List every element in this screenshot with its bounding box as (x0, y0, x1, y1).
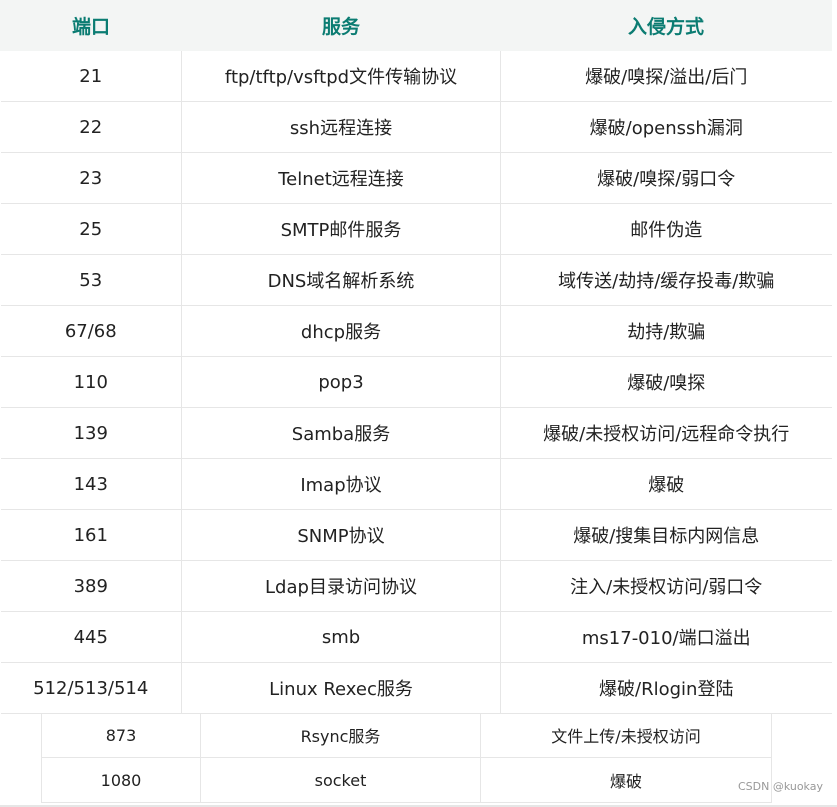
cell-service: DNS域名解析系统 (181, 254, 501, 306)
cell-service: pop3 (181, 356, 501, 408)
cell-port: 53 (0, 254, 182, 306)
cell-intrusion: 爆破/搜集目标内网信息 (500, 509, 832, 561)
cell-service: SMTP邮件服务 (181, 203, 501, 255)
cell-intrusion: 爆破/嗅探 (500, 356, 832, 408)
ports-table: 端口 服务 入侵方式 21 ftp/tftp/vsftpd文件传输协议 爆破/嗅… (0, 0, 832, 714)
table-row: 21 ftp/tftp/vsftpd文件传输协议 爆破/嗅探/溢出/后门 (0, 50, 832, 102)
cell-port: 143 (0, 458, 182, 510)
cell-intrusion: 爆破/嗅探/弱口令 (500, 152, 832, 204)
cell-service: Telnet远程连接 (181, 152, 501, 204)
cell-port: 1080 (41, 757, 201, 803)
watermark: CSDN @kuokay (737, 780, 823, 793)
cell-service: Imap协议 (181, 458, 501, 510)
cell-intrusion: 文件上传/未授权访问 (480, 713, 772, 758)
table-row: 445 smb ms17-010/端口溢出 (0, 611, 832, 663)
table-row: 110 pop3 爆破/嗅探 (0, 356, 832, 408)
header-port: 端口 (0, 0, 182, 51)
cell-service: Ldap目录访问协议 (181, 560, 501, 612)
cell-service: SNMP协议 (181, 509, 501, 561)
cell-port: 139 (0, 407, 182, 459)
ports-table-continued: 873 Rsync服务 文件上传/未授权访问 1080 socket 爆破 (41, 713, 772, 803)
cell-port: 110 (0, 356, 182, 408)
cell-intrusion: 注入/未授权访问/弱口令 (500, 560, 832, 612)
cell-port: 21 (0, 50, 182, 102)
cell-intrusion: 爆破/Rlogin登陆 (500, 662, 832, 714)
cell-service: socket (200, 757, 481, 803)
cell-port: 22 (0, 101, 182, 153)
cell-intrusion: ms17-010/端口溢出 (500, 611, 832, 663)
cell-intrusion: 邮件伪造 (500, 203, 832, 255)
cell-intrusion: 爆破/未授权访问/远程命令执行 (500, 407, 832, 459)
table-row: 389 Ldap目录访问协议 注入/未授权访问/弱口令 (0, 560, 832, 612)
table-row: 1080 socket 爆破 (41, 757, 772, 803)
table-row: 25 SMTP邮件服务 邮件伪造 (0, 203, 832, 255)
cell-service: Linux Rexec服务 (181, 662, 501, 714)
cell-port: 445 (0, 611, 182, 663)
table-row: 143 Imap协议 爆破 (0, 458, 832, 510)
table-row: 512/513/514 Linux Rexec服务 爆破/Rlogin登陆 (0, 662, 832, 714)
table-row: 53 DNS域名解析系统 域传送/劫持/缓存投毒/欺骗 (0, 254, 832, 306)
cell-service: dhcp服务 (181, 305, 501, 357)
table-row: 67/68 dhcp服务 劫持/欺骗 (0, 305, 832, 357)
table-row: 139 Samba服务 爆破/未授权访问/远程命令执行 (0, 407, 832, 459)
cell-intrusion: 爆破/嗅探/溢出/后门 (500, 50, 832, 102)
cell-port: 25 (0, 203, 182, 255)
cell-intrusion: 劫持/欺骗 (500, 305, 832, 357)
cell-intrusion: 爆破/openssh漏洞 (500, 101, 832, 153)
cell-intrusion: 爆破 (480, 757, 772, 803)
cell-port: 161 (0, 509, 182, 561)
cell-service: ssh远程连接 (181, 101, 501, 153)
cell-port: 873 (41, 713, 201, 758)
cell-service: Rsync服务 (200, 713, 481, 758)
table-row: 22 ssh远程连接 爆破/openssh漏洞 (0, 101, 832, 153)
cell-port: 67/68 (0, 305, 182, 357)
cell-service: smb (181, 611, 501, 663)
cell-intrusion: 域传送/劫持/缓存投毒/欺骗 (500, 254, 832, 306)
table-row: 873 Rsync服务 文件上传/未授权访问 (41, 713, 772, 758)
table-row: 161 SNMP协议 爆破/搜集目标内网信息 (0, 509, 832, 561)
cell-port: 512/513/514 (0, 662, 182, 714)
cell-service: ftp/tftp/vsftpd文件传输协议 (181, 50, 501, 102)
table-header-row: 端口 服务 入侵方式 (0, 0, 832, 51)
header-intrusion: 入侵方式 (500, 0, 832, 51)
table-row: 23 Telnet远程连接 爆破/嗅探/弱口令 (0, 152, 832, 204)
cell-intrusion: 爆破 (500, 458, 832, 510)
cell-port: 23 (0, 152, 182, 204)
cell-port: 389 (0, 560, 182, 612)
header-service: 服务 (181, 0, 501, 51)
cell-service: Samba服务 (181, 407, 501, 459)
